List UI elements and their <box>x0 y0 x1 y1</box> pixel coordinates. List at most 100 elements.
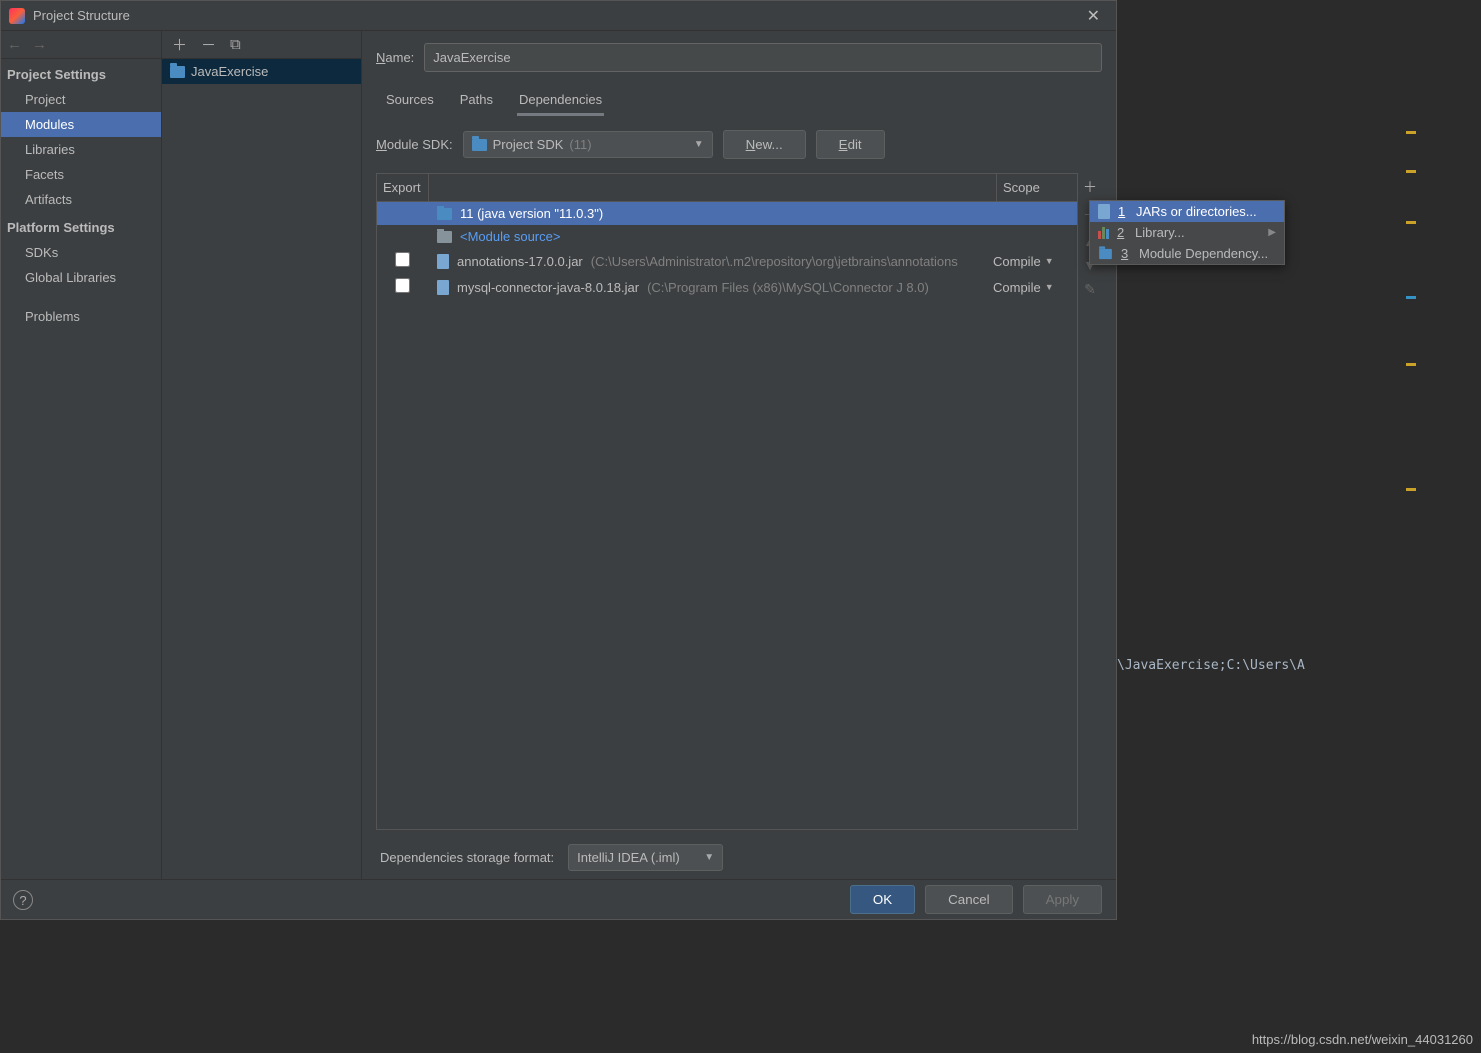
ok-button[interactable]: OK <box>850 885 915 914</box>
scope-value: Compile <box>993 254 1041 269</box>
titlebar: Project Structure ✕ <box>1 1 1116 31</box>
dep-row-sdk[interactable]: 11 (java version "11.0.3") <box>377 202 1077 225</box>
modules-toolbar: ＋ － ⧉ <box>162 31 361 59</box>
module-tabs: Sources Paths Dependencies <box>376 86 1102 116</box>
dialog-body: ← → Project Settings Project Modules Lib… <box>1 31 1116 879</box>
module-details: Name: Sources Paths Dependencies Module … <box>362 31 1116 879</box>
sdk-folder-icon <box>437 208 452 220</box>
edit-dependency-icon[interactable]: ✎ <box>1084 281 1096 298</box>
dep-row-mysql[interactable]: mysql-connector-java-8.0.18.jar (C:\Prog… <box>377 274 1077 300</box>
scope-combo[interactable]: Compile ▼ <box>993 280 1071 295</box>
tab-dependencies[interactable]: Dependencies <box>517 86 604 116</box>
export-checkbox[interactable] <box>395 252 410 267</box>
popup-label: Module Dependency... <box>1139 246 1268 261</box>
sidebar-item-artifacts[interactable]: Artifacts <box>1 187 161 212</box>
modules-list-panel: ＋ － ⧉ JavaExercise <box>162 31 362 879</box>
submenu-indicator-icon: ▶ <box>1268 227 1276 238</box>
project-settings-head: Project Settings <box>1 59 161 87</box>
editor-code-fragment: \JavaExercise;C:\Users\A <box>1117 658 1305 673</box>
dependencies-header: Export Scope <box>377 174 1077 202</box>
help-icon[interactable]: ? <box>13 890 33 910</box>
tab-sources[interactable]: Sources <box>384 86 436 116</box>
editor-minimap[interactable] <box>1404 0 1418 596</box>
export-checkbox[interactable] <box>395 278 410 293</box>
dep-name: <Module source> <box>460 229 560 244</box>
dep-row-module-source[interactable]: <Module source> <box>377 225 1077 248</box>
remove-module-icon[interactable]: － <box>201 34 216 55</box>
scope-combo[interactable]: Compile ▼ <box>993 254 1071 269</box>
storage-value: IntelliJ IDEA (.iml) <box>577 850 680 865</box>
module-folder-icon <box>170 66 185 78</box>
sidebar-item-problems[interactable]: Problems <box>1 304 161 329</box>
popup-jars[interactable]: 1 JARs or directories... <box>1090 201 1284 222</box>
module-sdk-combo[interactable]: Project SDK (11) ▼ <box>463 131 713 158</box>
library-icon <box>1098 227 1109 239</box>
sidebar-item-libraries[interactable]: Libraries <box>1 137 161 162</box>
dep-name: mysql-connector-java-8.0.18.jar <box>457 280 639 295</box>
platform-settings-head: Platform Settings <box>1 212 161 240</box>
scope-value: Compile <box>993 280 1041 295</box>
jar-icon <box>437 280 449 295</box>
dep-path: (C:\Program Files (x86)\MySQL\Connector … <box>647 280 929 295</box>
popup-label: JARs or directories... <box>1136 204 1257 219</box>
name-label: Name: <box>376 50 414 65</box>
popup-num: 3 <box>1121 246 1131 261</box>
module-icon <box>1099 248 1112 258</box>
settings-sidebar: ← → Project Settings Project Modules Lib… <box>1 31 162 879</box>
module-source-icon <box>437 231 452 243</box>
chevron-down-icon: ▼ <box>694 139 704 150</box>
jar-icon <box>1098 204 1110 219</box>
module-name-input[interactable] <box>424 43 1102 72</box>
watermark-url: https://blog.csdn.net/weixin_44031260 <box>1252 1032 1473 1047</box>
sidebar-item-facets[interactable]: Facets <box>1 162 161 187</box>
sdk-version: (11) <box>569 137 591 152</box>
new-sdk-button[interactable]: New... <box>723 130 806 159</box>
sidebar-item-sdks[interactable]: SDKs <box>1 240 161 265</box>
copy-module-icon[interactable]: ⧉ <box>230 36 241 53</box>
dep-path: (C:\Users\Administrator\.m2\repository\o… <box>591 254 958 269</box>
sdk-folder-icon <box>472 139 487 151</box>
intellij-logo-icon <box>9 8 25 24</box>
col-name <box>429 174 997 201</box>
project-structure-dialog: Project Structure ✕ ← → Project Settings… <box>0 0 1117 920</box>
apply-button[interactable]: Apply <box>1023 885 1102 914</box>
cancel-button[interactable]: Cancel <box>925 885 1013 914</box>
forward-icon[interactable]: → <box>32 36 47 53</box>
dependencies-vertical-toolbar: ＋ － ▲ ▼ ✎ <box>1078 173 1102 830</box>
back-icon[interactable]: ← <box>7 36 22 53</box>
storage-format-row: Dependencies storage format: IntelliJ ID… <box>376 830 1102 879</box>
chevron-down-icon: ▼ <box>704 852 714 863</box>
dependencies-table: Export Scope 11 (java version "11.0.3") <box>376 173 1078 830</box>
add-dependency-popup: 1 JARs or directories... 2 Library... ▶ … <box>1089 200 1285 265</box>
dialog-footer: OK Cancel Apply <box>1 879 1116 919</box>
edit-sdk-button[interactable]: Edit <box>816 130 885 159</box>
col-scope: Scope <box>997 174 1077 201</box>
module-item-javaexercise[interactable]: JavaExercise <box>162 59 361 84</box>
close-icon[interactable]: ✕ <box>1079 2 1108 30</box>
jar-icon <box>437 254 449 269</box>
dep-name: annotations-17.0.0.jar <box>457 254 583 269</box>
sidebar-item-project[interactable]: Project <box>1 87 161 112</box>
col-export: Export <box>377 174 429 201</box>
module-sdk-label: Module SDK: <box>376 137 453 152</box>
popup-library[interactable]: 2 Library... ▶ <box>1090 222 1284 243</box>
module-item-label: JavaExercise <box>191 64 268 79</box>
popup-num: 1 <box>1118 204 1128 219</box>
dependencies-area: Export Scope 11 (java version "11.0.3") <box>376 173 1102 830</box>
sdk-name: Project SDK <box>493 137 564 152</box>
add-module-icon[interactable]: ＋ <box>172 34 187 55</box>
sidebar-item-modules[interactable]: Modules <box>1 112 161 137</box>
popup-label: Library... <box>1135 225 1185 240</box>
storage-format-combo[interactable]: IntelliJ IDEA (.iml) ▼ <box>568 844 723 871</box>
sidebar-nav: ← → <box>1 31 161 59</box>
popup-module-dependency[interactable]: 3 Module Dependency... <box>1090 243 1284 264</box>
dep-name: 11 (java version "11.0.3") <box>460 206 603 221</box>
dep-row-annotations[interactable]: annotations-17.0.0.jar (C:\Users\Adminis… <box>377 248 1077 274</box>
chevron-down-icon: ▼ <box>1045 282 1054 292</box>
tab-paths[interactable]: Paths <box>458 86 495 116</box>
add-dependency-icon[interactable]: ＋ <box>1083 177 1097 197</box>
popup-num: 2 <box>1117 225 1127 240</box>
dialog-title: Project Structure <box>33 8 130 23</box>
sidebar-item-global-libraries[interactable]: Global Libraries <box>1 265 161 290</box>
storage-label: Dependencies storage format: <box>380 850 554 865</box>
